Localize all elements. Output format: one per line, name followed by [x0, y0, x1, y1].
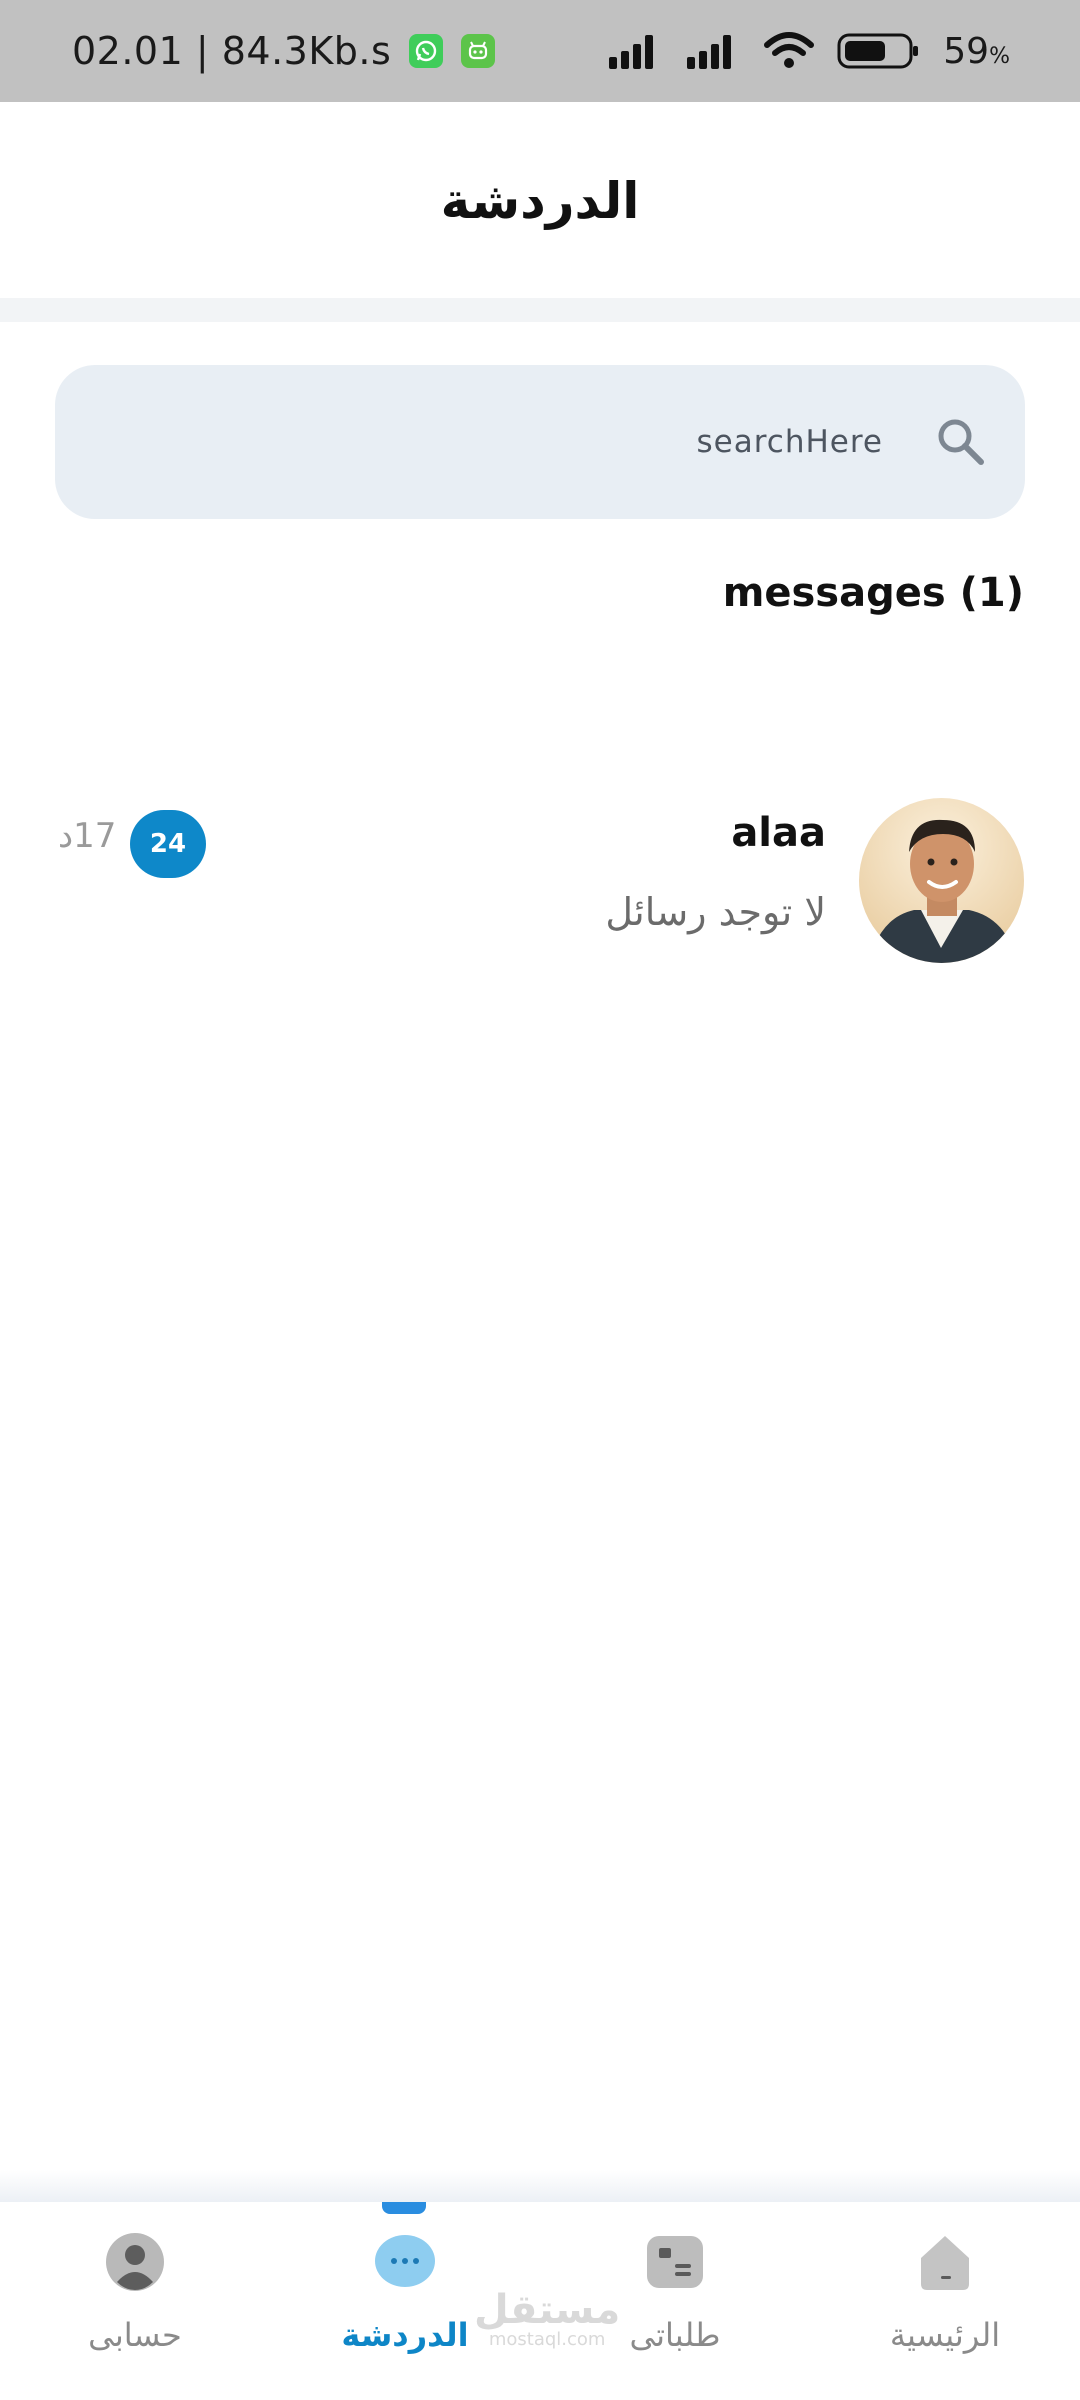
chat-screen: 02.01 | 84.3Kb.s 59% الدردشة searchHere … — [0, 0, 1080, 2400]
chat-name: alaa — [731, 810, 826, 856]
orders-icon — [643, 2230, 707, 2294]
header-divider — [0, 298, 1080, 322]
search-icon[interactable] — [933, 414, 989, 470]
home-icon — [913, 2230, 977, 2294]
wifi-icon — [764, 32, 815, 68]
battery-percentage: 59% — [943, 31, 1010, 72]
messages-heading: messages (1) — [722, 570, 1024, 616]
avatar[interactable] — [859, 798, 1024, 963]
search-input[interactable]: searchHere — [55, 365, 1025, 519]
battery-unit: % — [989, 43, 1010, 69]
chat-last-message: لا توجد رسائل — [605, 890, 826, 934]
nav-label-chat: الدردشة — [341, 2316, 469, 2354]
chat-timestamp: 17د — [58, 816, 117, 856]
search-placeholder: searchHere — [696, 424, 883, 460]
bottom-navigation: حسابى الدردشة طلباتى الرئيسية مستقل most… — [0, 2202, 1080, 2400]
active-tab-indicator — [382, 2202, 426, 2214]
bottom-nav-shadow — [0, 2170, 1080, 2202]
profile-icon — [103, 2230, 167, 2294]
nav-item-chat[interactable]: الدردشة — [305, 2230, 505, 2380]
nav-item-home[interactable]: الرئيسية — [845, 2230, 1045, 2380]
status-bar-right: 59% — [607, 31, 1010, 72]
nav-label-home: الرئيسية — [889, 2316, 1001, 2354]
chat-list-item[interactable]: alaa لا توجد رسائل 24 17د — [0, 790, 1080, 970]
signal-icon — [609, 35, 654, 69]
app-header: الدردشة — [0, 102, 1080, 298]
nav-item-profile[interactable]: حسابى — [35, 2230, 235, 2380]
battery-percent-value: 59 — [943, 30, 990, 72]
nav-label-profile: حسابى — [88, 2316, 182, 2354]
nav-item-orders[interactable]: طلباتى — [575, 2230, 775, 2380]
whatsapp-icon — [409, 34, 444, 68]
android-app-icon — [461, 34, 496, 68]
page-title: الدردشة — [440, 172, 640, 230]
nav-label-orders: طلباتى — [629, 2316, 721, 2354]
status-time-speed: 02.01 | 84.3Kb.s — [72, 29, 392, 73]
status-bar-left: 02.01 | 84.3Kb.s — [72, 29, 496, 73]
battery-icon — [837, 33, 919, 69]
chat-icon — [373, 2230, 437, 2294]
unread-count-badge: 24 — [130, 810, 206, 878]
status-bar: 02.01 | 84.3Kb.s 59% — [0, 0, 1080, 102]
signal-icon — [687, 35, 732, 69]
